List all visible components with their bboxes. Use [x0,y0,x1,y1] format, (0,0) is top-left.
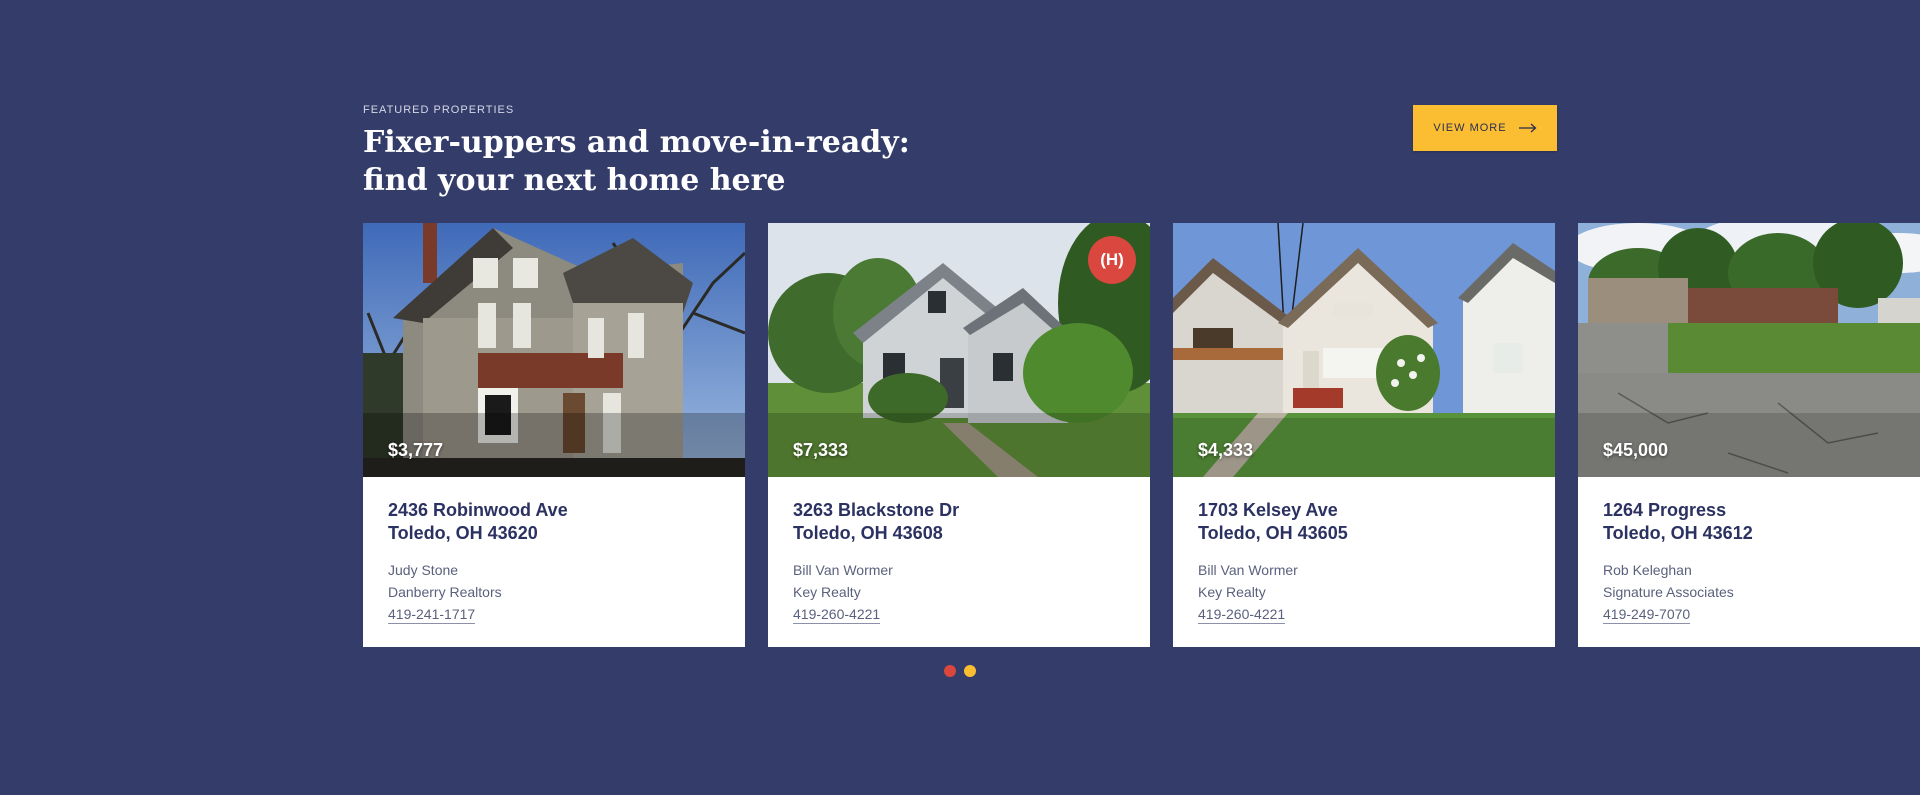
address-street: 3263 Blackstone Dr [793,500,960,520]
property-card[interactable]: $45,000 1264 Progress Toledo, OH 43612 R… [1578,223,1920,647]
arrow-right-icon [1518,123,1537,133]
property-price: $4,333 [1198,440,1254,460]
address-street: 2436 Robinwood Ave [388,500,568,520]
agent-agency: Key Realty [1198,584,1266,600]
address-street: 1264 Progress [1603,500,1727,520]
agent-phone-link[interactable]: 419-260-4221 [1198,606,1286,624]
agent-agency: Signature Associates [1603,584,1734,600]
address-city: Toledo, OH 43605 [1198,523,1348,543]
agent-agency: Danberry Realtors [388,584,502,600]
section-title-line-1: Fixer-uppers and move-in-ready: [363,125,910,160]
agent-info: Bill Van Wormer Key Realty 419-260-4221 [1198,559,1298,625]
agent-name: Bill Van Wormer [793,562,893,578]
carousel-pagination [944,665,976,677]
agent-phone-link[interactable]: 419-260-4221 [793,606,881,624]
house-photo-victorian[interactable]: $3,777 [363,223,745,477]
property-address[interactable]: 1703 Kelsey Ave Toledo, OH 43605 [1198,499,1348,545]
property-card[interactable]: $3,777 2436 Robinwood Ave Toledo, OH 436… [363,223,745,647]
agent-info: Rob Keleghan Signature Associates 419-24… [1603,559,1734,625]
property-price: $7,333 [793,440,849,460]
featured-properties-section: FEATURED PROPERTIES Fixer-uppers and mov… [0,0,1920,795]
section-title: Fixer-uppers and move-in-ready: find you… [363,124,910,200]
house-photo-bungalow[interactable]: $4,333 [1173,223,1555,477]
lot-photo-parking[interactable]: $45,000 [1578,223,1920,477]
agent-phone-link[interactable]: 419-249-7070 [1603,606,1691,624]
address-city: Toledo, OH 43620 [388,523,538,543]
section-title-line-2: find your next home here [363,163,786,198]
property-card[interactable]: $4,333 1703 Kelsey Ave Toledo, OH 43605 … [1173,223,1555,647]
agent-name: Judy Stone [388,562,459,578]
property-price: $45,000 [1603,440,1669,460]
listing-badge[interactable]: (H) [1088,236,1136,284]
address-street: 1703 Kelsey Ave [1198,500,1338,520]
house-photo-cape-cod[interactable]: (H) $7,333 [768,223,1150,477]
property-card[interactable]: (H) $7,333 3263 Blackstone Dr Toledo, OH… [768,223,1150,647]
view-more-label: VIEW MORE [1433,122,1507,134]
agent-info: Bill Van Wormer Key Realty 419-260-4221 [793,559,893,625]
property-address[interactable]: 3263 Blackstone Dr Toledo, OH 43608 [793,499,959,545]
property-address[interactable]: 2436 Robinwood Ave Toledo, OH 43620 [388,499,568,545]
agent-phone-link[interactable]: 419-241-1717 [388,606,476,624]
property-address[interactable]: 1264 Progress Toledo, OH 43612 [1603,499,1753,545]
property-price: $3,777 [388,440,444,460]
view-more-button[interactable]: VIEW MORE [1413,105,1557,151]
section-eyebrow: FEATURED PROPERTIES [363,104,515,116]
address-city: Toledo, OH 43608 [793,523,943,543]
agent-name: Bill Van Wormer [1198,562,1298,578]
agent-agency: Key Realty [793,584,861,600]
agent-info: Judy Stone Danberry Realtors 419-241-171… [388,559,502,625]
agent-name: Rob Keleghan [1603,562,1692,578]
carousel-dot-1[interactable] [944,665,956,677]
carousel-dot-2[interactable] [964,665,976,677]
address-city: Toledo, OH 43612 [1603,523,1753,543]
